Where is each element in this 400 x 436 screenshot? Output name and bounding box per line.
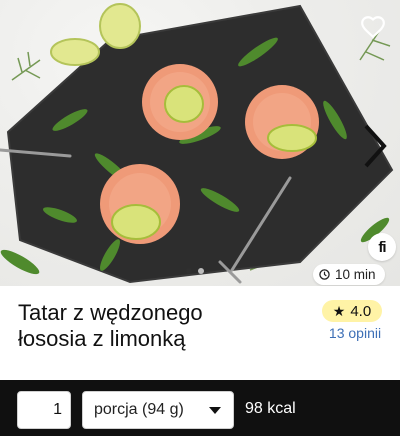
recipe-hero-image[interactable]: fi 10 min (0, 0, 400, 286)
quantity-input[interactable]: 1 (17, 391, 71, 429)
reviews-link[interactable]: 13 opinii (320, 325, 390, 341)
rating-value: 4.0 (350, 302, 372, 320)
brand-badge: fi (368, 233, 396, 261)
brand-badge-text: fi (378, 238, 386, 256)
portion-select[interactable]: porcja (94 g) (82, 391, 234, 429)
portion-select-value: porcja (94 g) (94, 401, 184, 418)
recipe-title: Tatar z wędzonego łososia z limonką (18, 300, 298, 352)
rating-badge[interactable]: ★ 4.0 (322, 300, 382, 322)
carousel-indicator (186, 268, 204, 274)
food-photo (0, 3, 394, 284)
carousel-dot[interactable] (198, 268, 204, 274)
carousel-dot[interactable] (186, 268, 192, 274)
heart-outline-icon[interactable] (360, 14, 386, 40)
calories-value: 98 kcal (245, 400, 296, 417)
recipe-title-line: Tatar z wędzonego (18, 300, 203, 325)
recipe-title-line: łososia z limonką (18, 326, 186, 351)
clock-icon (319, 269, 330, 280)
prep-time-text: 10 min (335, 267, 376, 282)
chevron-right-icon[interactable] (360, 120, 390, 172)
caret-down-icon (209, 407, 221, 414)
prep-time-badge: 10 min (313, 264, 385, 285)
star-icon: ★ (332, 302, 346, 319)
